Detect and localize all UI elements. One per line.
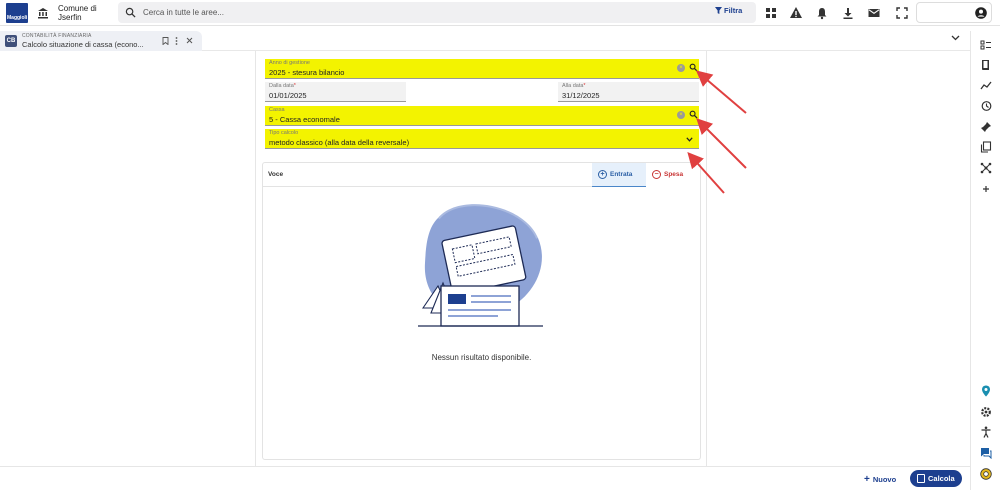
more-vert-icon[interactable] [175, 37, 178, 45]
bank-icon [38, 8, 48, 19]
calculator-icon [917, 474, 925, 483]
search-icon[interactable] [689, 63, 698, 72]
alla-data-field[interactable]: Alla data* 31/12/2025 [558, 82, 699, 102]
download-icon[interactable] [841, 6, 855, 20]
chat-icon[interactable] [980, 447, 992, 459]
tab-calcolo-situazione-cassa[interactable]: CB CONTABILITÀ FINANZIARIA Calcolo situa… [0, 31, 202, 51]
bookmark-icon[interactable] [162, 37, 169, 45]
search-icon [125, 7, 136, 18]
warning-icon[interactable] [789, 6, 803, 20]
search-icon[interactable] [689, 110, 698, 119]
tab-spesa[interactable]: − Spesa [646, 163, 700, 187]
mail-icon[interactable] [867, 6, 881, 20]
help-icon[interactable] [980, 468, 992, 480]
calcola-button[interactable]: Calcola [910, 470, 962, 487]
cassa-label: Cassa [269, 107, 285, 113]
accessibility-icon[interactable] [980, 426, 992, 438]
tab-row: CB CONTABILITÀ FINANZIARIA Calcolo situa… [0, 31, 970, 51]
anno-label: Anno di gestione [269, 60, 310, 66]
tab-module: CONTABILITÀ FINANZIARIA [22, 33, 92, 39]
bell-icon[interactable] [815, 6, 829, 20]
filter-icon [715, 7, 722, 14]
global-search[interactable]: Cerca in tutte le aree... [118, 2, 756, 23]
spesa-label: Spesa [664, 171, 684, 178]
table-header: Voce + Entrata − Spesa [263, 163, 700, 187]
dalla-data-value: 01/01/2025 [269, 91, 307, 100]
clear-icon[interactable]: × [677, 64, 685, 72]
new-label: Nuovo [872, 475, 897, 484]
grid-icon[interactable] [764, 6, 778, 20]
ente-name-line2: Jserfin [58, 13, 82, 22]
tipo-calcolo-select[interactable]: Tipo calcolo metodo classico (alla data … [265, 129, 699, 149]
calcola-label: Calcola [928, 474, 955, 483]
settings-icon[interactable] [980, 406, 992, 418]
results-table: Voce + Entrata − Spesa Nessun risultato … [262, 162, 701, 460]
tipo-calcolo-label: Tipo calcolo [269, 130, 299, 136]
close-icon[interactable] [186, 37, 193, 44]
filter-button[interactable]: Filtra [715, 6, 742, 15]
alla-data-label: Alla data* [562, 83, 586, 89]
fullscreen-icon[interactable] [895, 6, 909, 20]
anno-value: 2025 - stesura bilancio [269, 68, 345, 77]
list-icon[interactable] [980, 39, 992, 51]
plus-icon: + [864, 474, 870, 485]
chevron-down-icon[interactable] [951, 35, 960, 41]
search-placeholder: Cerca in tutte le aree... [143, 8, 224, 17]
empty-message: Nessun risultato disponibile. [431, 353, 532, 362]
alla-data-value: 31/12/2025 [562, 91, 600, 100]
user-icon [975, 7, 987, 19]
book-icon[interactable] [980, 59, 992, 71]
maggioli-logo[interactable]: Maggioli [6, 3, 28, 23]
plus-circle-icon: + [598, 170, 607, 179]
tab-title: Calcolo situazione di cassa (econo... [22, 40, 144, 49]
trend-icon[interactable] [980, 80, 992, 92]
user-menu[interactable] [916, 2, 992, 23]
entrata-label: Entrata [610, 171, 633, 178]
cassa-value: 5 - Cassa economale [269, 115, 340, 124]
plus-icon[interactable] [980, 183, 992, 195]
anno-gestione-field[interactable]: Anno di gestione 2025 - stesura bilancio… [265, 59, 699, 79]
copy-icon[interactable] [980, 141, 992, 153]
cassa-field[interactable]: Cassa 5 - Cassa economale × [265, 106, 699, 126]
chevron-down-icon[interactable] [686, 137, 693, 142]
bottom-bar [0, 466, 970, 490]
top-bar: Maggioli Comune di Jserfin Cerca in tutt… [0, 0, 1000, 26]
filter-label: Filtra [724, 6, 743, 15]
dalla-data-label: Dalla data* [269, 83, 296, 89]
right-rail [970, 31, 1000, 490]
pin-icon[interactable] [980, 121, 992, 133]
empty-state-illustration [418, 202, 543, 327]
dalla-data-field[interactable]: Dalla data* 01/01/2025 [265, 82, 406, 102]
module-icon: CB [5, 35, 17, 47]
clear-icon[interactable]: × [677, 111, 685, 119]
tab-entrata[interactable]: + Entrata [592, 163, 646, 187]
tipo-calcolo-value: metodo classico (alla data della reversa… [269, 138, 410, 147]
new-button[interactable]: + Nuovo [864, 470, 896, 487]
history-icon[interactable] [980, 100, 992, 112]
ente-name[interactable]: Comune di Jserfin [58, 4, 97, 22]
minus-circle-icon: − [652, 170, 661, 179]
network-icon[interactable] [980, 162, 992, 174]
column-voce: Voce [268, 171, 284, 178]
ente-name-line1: Comune di [58, 4, 97, 13]
location-icon[interactable] [980, 385, 992, 397]
